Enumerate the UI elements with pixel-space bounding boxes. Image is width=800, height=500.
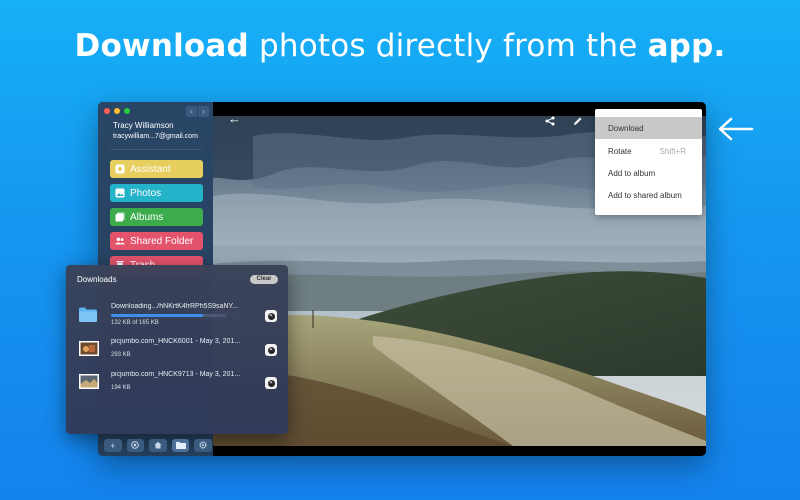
history-nav: ‹ › — [186, 106, 209, 117]
cancel-download-button[interactable]: ✕ — [265, 310, 277, 322]
photos-icon — [115, 188, 125, 198]
download-item: picjumbo.com_HNCK6001 - May 3, 201... 29… — [66, 338, 288, 368]
sidebar-item-photos[interactable]: Photos — [110, 184, 203, 202]
headline-bold-2: app. — [647, 28, 726, 64]
menu-item-label: Add to album — [608, 168, 656, 178]
window-controls — [104, 108, 130, 114]
settings-button[interactable] — [194, 439, 212, 452]
download-size: 132 KB of 165 KB — [111, 320, 159, 326]
clear-downloads-button[interactable]: Clear — [250, 275, 278, 284]
sidebar-item-shared-folder[interactable]: Shared Folder — [110, 232, 203, 250]
assistant-button[interactable] — [126, 439, 145, 452]
home-icon — [154, 441, 162, 451]
assistant-icon — [115, 164, 125, 174]
folder-icon — [175, 441, 186, 451]
menu-item-add-to-album[interactable]: Add to album — [595, 162, 702, 184]
downloads-panel: Downloads Clear Downloading.../hNKrtK4fr… — [66, 265, 288, 434]
add-icon: + — [110, 440, 116, 451]
menu-item-label: Download — [608, 123, 644, 133]
page-headline: Download photos directly from the app. — [0, 28, 800, 64]
sidebar-item-label: Assistant — [130, 163, 171, 175]
edit-icon[interactable] — [573, 113, 583, 131]
shared-folder-icon — [115, 236, 125, 246]
download-progress-bar — [111, 314, 226, 317]
close-window-button[interactable] — [104, 108, 110, 114]
pointer-arrow-icon — [718, 117, 754, 146]
nav-back-button[interactable]: ‹ — [186, 106, 197, 117]
menu-item-add-to-shared-album[interactable]: Add to shared album — [595, 184, 702, 206]
sidebar-item-label: Albums — [130, 211, 164, 223]
photo-context-menu: Download Rotate Shift+R Add to album Add… — [595, 109, 702, 215]
menu-item-label: Rotate — [608, 146, 632, 156]
add-button[interactable]: + — [104, 439, 122, 452]
user-email: tracywilliam...7@gmail.com — [113, 133, 198, 140]
user-name: Tracy Williamson — [113, 121, 174, 130]
menu-item-label: Add to shared album — [608, 190, 682, 200]
remove-download-button[interactable]: ✕ — [265, 377, 277, 389]
download-size: 293 KB — [111, 352, 131, 358]
albums-icon — [115, 212, 125, 222]
sidebar-item-label: Shared Folder — [130, 235, 194, 247]
download-file-name: picjumbo.com_HNCK9713 - May 3, 201... — [111, 371, 241, 378]
back-icon[interactable]: ← — [228, 112, 241, 125]
folder-icon — [79, 307, 97, 327]
remove-download-button[interactable]: ✕ — [265, 344, 277, 356]
photo-thumb-2 — [79, 374, 99, 394]
menu-item-rotate[interactable]: Rotate Shift+R — [595, 140, 702, 162]
download-file-name: picjumbo.com_HNCK6001 - May 3, 201... — [111, 338, 241, 345]
download-item: picjumbo.com_HNCK9713 - May 3, 201... 19… — [66, 371, 288, 401]
downloads-title: Downloads — [77, 275, 117, 284]
zoom-window-button[interactable] — [124, 108, 130, 114]
sidebar-toolbar: + — [104, 439, 212, 453]
sidebar-item-assistant[interactable]: Assistant — [110, 160, 203, 178]
minimize-window-button[interactable] — [114, 108, 120, 114]
folder-button[interactable] — [171, 439, 190, 452]
download-progress-fill — [111, 314, 203, 317]
headline-bold-1: Download — [74, 28, 249, 64]
home-button[interactable] — [149, 439, 167, 452]
headline-regular: photos directly from the — [248, 28, 648, 64]
cancel-icon: ✕ — [267, 346, 275, 354]
cancel-icon: ✕ — [267, 379, 275, 387]
download-file-name: Downloading.../hNKrtK4frRPh5S9saNY... — [111, 303, 239, 310]
download-item: Downloading.../hNKrtK4frRPh5S9saNY... 13… — [66, 303, 288, 333]
settings-icon — [199, 440, 207, 451]
menu-item-shortcut: Shift+R — [659, 146, 686, 156]
menu-item-download[interactable]: Download — [595, 117, 702, 139]
share-icon[interactable] — [545, 113, 555, 131]
sidebar-divider — [110, 149, 202, 150]
sidebar-item-albums[interactable]: Albums — [110, 208, 203, 226]
nav-forward-button[interactable]: › — [198, 106, 209, 117]
assistant-icon — [131, 440, 140, 451]
download-size: 194 KB — [111, 385, 131, 391]
photo-thumb-1 — [79, 341, 99, 361]
sidebar-item-label: Photos — [130, 187, 162, 199]
cancel-icon: ✕ — [267, 312, 275, 320]
